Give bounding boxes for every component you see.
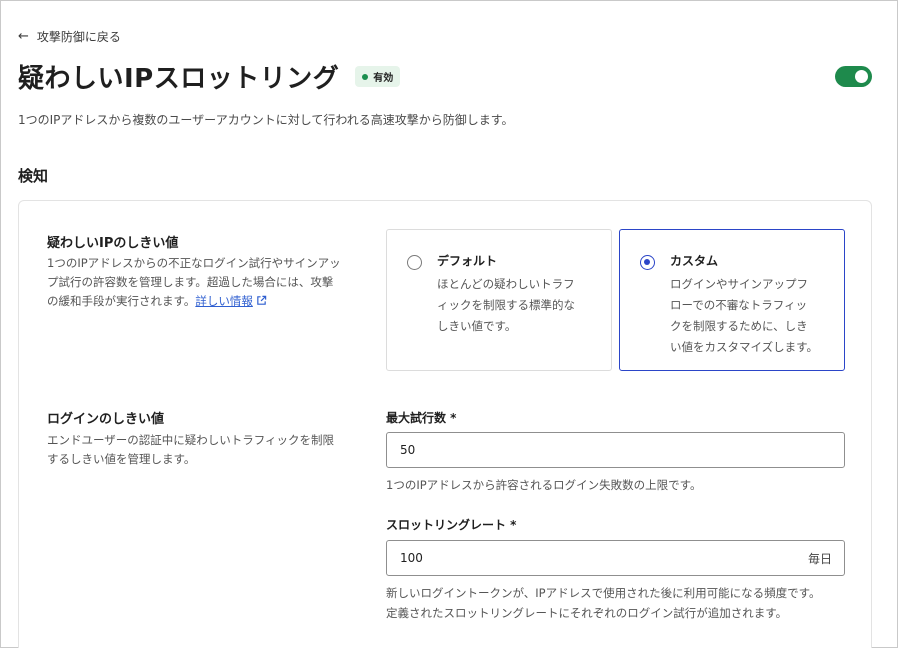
throttling-rate-value: 100	[400, 551, 423, 565]
option-custom-title: カスタム	[670, 254, 719, 268]
option-desc-line: ィックを制限する標準的な	[437, 298, 575, 312]
throttling-rate-suffix: 毎日	[807, 551, 832, 566]
option-desc-line: ローでの不審なトラフィッ	[670, 298, 808, 312]
login-desc-line: するしきい値を管理します。	[47, 452, 196, 466]
login-desc-line: エンドユーザーの認証中に疑わしいトラフィックを制限	[47, 433, 335, 447]
learn-more-link[interactable]: 詳しい情報	[195, 294, 253, 308]
threshold-desc-line: 1つのIPアドレスからの不正なログイン試行やサインアッ	[47, 256, 341, 270]
max-attempts-label: 最大試行数 *	[386, 411, 457, 425]
status-badge: 有効	[355, 66, 401, 87]
option-desc-line: ほとんどの疑わしいトラフ	[437, 277, 575, 291]
threshold-label: 疑わしいIPのしきい値	[47, 236, 179, 251]
back-link[interactable]: ← 攻撃防御に戻る	[18, 28, 121, 45]
throttling-helper-line: 定義されたスロットリングレートにそれぞれのログイン試行が追加されます。	[386, 606, 788, 620]
status-dot-icon	[362, 73, 369, 80]
threshold-desc-line: プ試行の許容数を管理します。超過した場合には、攻撃	[47, 275, 334, 289]
option-default-description: ほとんどの疑わしいトラフ ィックを制限する標準的な しきい値です。	[437, 274, 575, 337]
throttling-rate-label: スロットリングレート *	[386, 518, 517, 532]
throttling-rate-input[interactable]: 100 毎日	[386, 540, 845, 576]
threshold-desc-text: の緩和手段が実行されます。	[47, 294, 196, 308]
page-description: 1つのIPアドレスから複数のユーザーアカウントに対して行われる高速攻撃から防御し…	[18, 113, 514, 127]
max-attempts-input[interactable]: 50	[386, 432, 845, 468]
section-title-detection: 検知	[18, 167, 49, 185]
option-desc-line: い値をカスタマイズします。	[670, 340, 819, 354]
option-default-title: デフォルト	[437, 254, 498, 268]
page-title: 疑わしいIPスロットリング	[18, 64, 340, 94]
external-link-icon[interactable]	[256, 293, 267, 312]
arrow-left-icon: ←	[18, 29, 29, 44]
login-threshold-label: ログインのしきい値	[47, 412, 165, 427]
login-threshold-description: エンドユーザーの認証中に疑わしいトラフィックを制限 するしきい値を管理します。	[47, 431, 367, 469]
threshold-description: 1つのIPアドレスからの不正なログイン試行やサインアッ プ試行の許容数を管理しま…	[47, 254, 367, 312]
option-desc-line: クを制限するために、しき	[670, 319, 808, 333]
status-badge-label: 有効	[373, 73, 394, 84]
radio-default[interactable]	[407, 255, 422, 270]
option-custom-description: ログインやサインアップフ ローでの不審なトラフィッ クを制限するために、しき い…	[670, 274, 818, 358]
max-attempts-value: 50	[400, 443, 416, 457]
toggle-knob	[855, 70, 868, 83]
throttling-helper-line: 新しいログイントークンが、IPアドレスで使用された後に利用可能になる頻度です。	[386, 586, 821, 600]
throttling-rate-helper: 新しいログイントークンが、IPアドレスで使用された後に利用可能になる頻度です。 …	[386, 583, 820, 623]
max-attempts-helper: 1つのIPアドレスから許容されるログイン失敗数の上限です。	[386, 478, 702, 492]
detection-card: 疑わしいIPのしきい値 1つのIPアドレスからの不正なログイン試行やサインアッ …	[18, 200, 872, 648]
option-desc-line: しきい値です。	[437, 319, 517, 333]
option-custom[interactable]: カスタム ログインやサインアップフ ローでの不審なトラフィッ クを制限するために…	[619, 229, 845, 371]
threshold-desc-line: の緩和手段が実行されます。詳しい情報	[47, 292, 367, 312]
radio-custom[interactable]	[640, 255, 655, 270]
option-default[interactable]: デフォルト ほとんどの疑わしいトラフ ィックを制限する標準的な しきい値です。	[386, 229, 612, 371]
enable-toggle[interactable]	[835, 66, 872, 87]
title-row: 疑わしいIPスロットリング 有効	[18, 58, 401, 95]
option-desc-line: ログインやサインアップフ	[670, 277, 808, 291]
back-link-label: 攻撃防御に戻る	[36, 30, 121, 44]
